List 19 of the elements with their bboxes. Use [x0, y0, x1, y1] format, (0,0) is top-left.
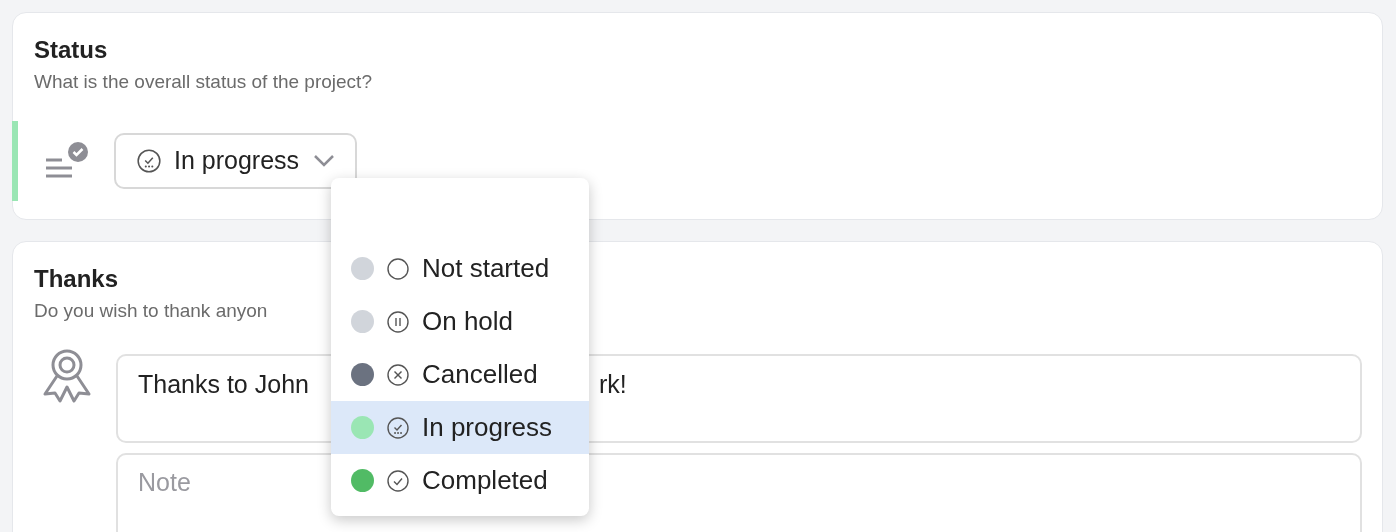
cross-circle-icon — [386, 362, 410, 387]
card-title: Status — [34, 36, 108, 63]
card-subtitle: What is the overall status of the project? — [33, 70, 373, 94]
pause-icon — [386, 309, 410, 334]
progress-check-icon — [136, 147, 162, 174]
check-circle-icon — [386, 468, 410, 493]
menu-item[interactable]: Not started — [331, 242, 589, 295]
card-subtitle: Do you wish to thank anyon — [34, 300, 268, 321]
circle-icon — [386, 256, 410, 281]
list-check-icon — [44, 141, 88, 180]
award-ribbon-icon — [41, 347, 93, 404]
menu-item[interactable]: In progress — [331, 401, 589, 454]
field-text: rk! — [598, 368, 627, 400]
field-text: Thanks to John — [138, 368, 309, 400]
menu-item[interactable]: Completed — [331, 454, 589, 507]
progress-check-icon — [386, 415, 410, 440]
menu-item[interactable]: On hold — [331, 295, 589, 348]
chevron-down-icon — [313, 153, 336, 168]
card-title: Thanks — [34, 265, 119, 292]
